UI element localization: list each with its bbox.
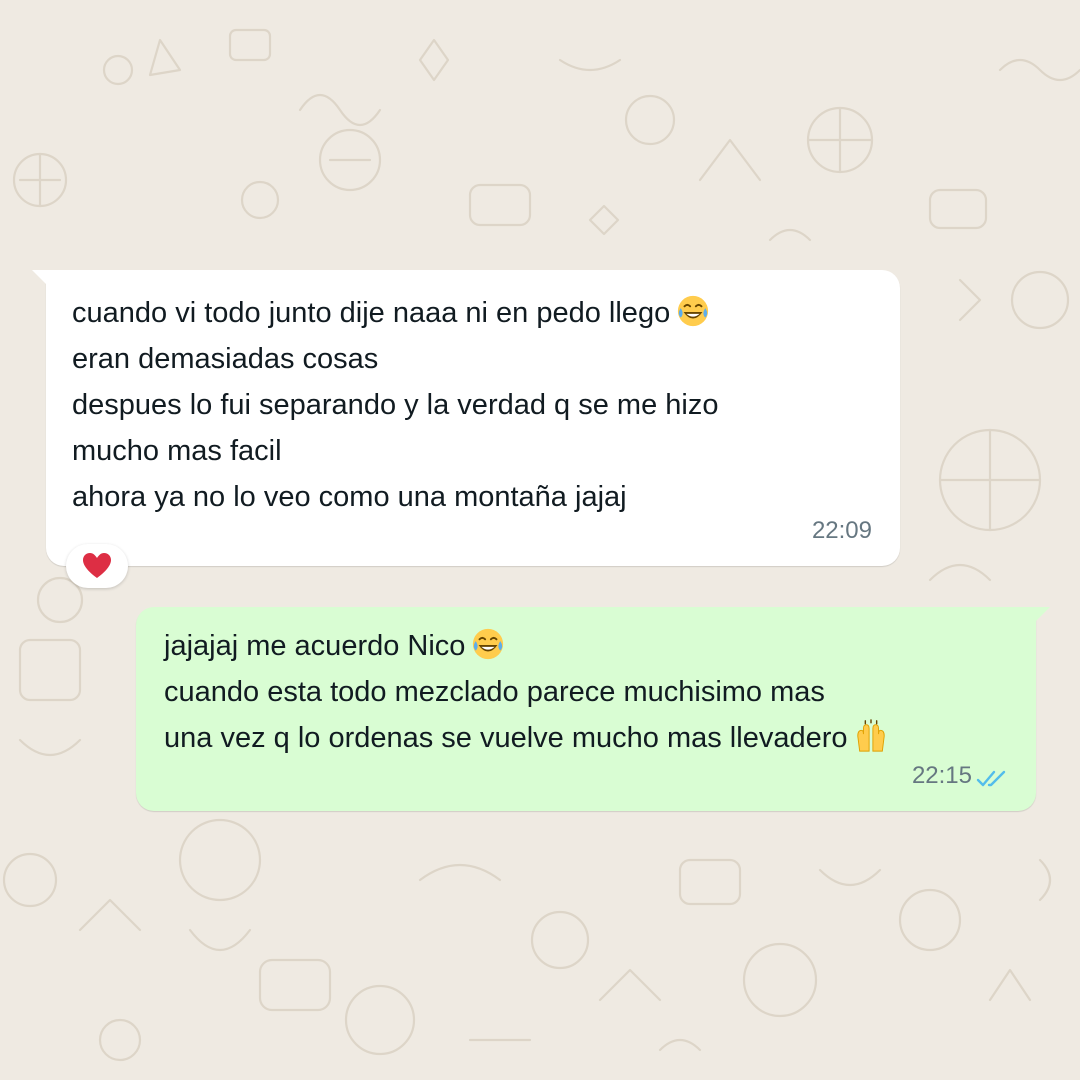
message-timestamp: 22:09 <box>811 517 872 544</box>
bubble-tail <box>1034 607 1050 623</box>
bubble-tail <box>32 270 48 286</box>
message-reaction[interactable] <box>66 544 128 588</box>
message-timestamp: 22:15 <box>911 762 972 789</box>
message-line: despues lo fui separando y la verdad q s… <box>72 389 719 421</box>
message-line: eran demasiadas cosas <box>72 343 379 375</box>
red-heart-icon <box>83 553 111 579</box>
face-with-tears-of-joy-icon <box>473 629 504 660</box>
message-line: cuando vi todo junto dije naaa ni en ped… <box>72 290 874 336</box>
message-line: una vez q lo ordenas se vuelve mucho mas… <box>164 715 1008 761</box>
face-with-tears-of-joy-icon <box>678 296 709 327</box>
message-line: cuando esta todo mezclado parece muchisi… <box>164 676 825 708</box>
outgoing-message-bubble[interactable]: jajajaj me acuerdo Nico cuando esta todo… <box>136 607 1050 811</box>
message-line: ahora ya no lo veo como una montaña jaja… <box>72 481 627 513</box>
message-line: mucho mas facil <box>72 435 282 467</box>
message-line: jajajaj me acuerdo Nico <box>164 623 1008 669</box>
raising-hands-icon <box>856 719 885 752</box>
incoming-message-bubble[interactable]: cuando vi todo junto dije naaa ni en ped… <box>32 270 900 566</box>
double-check-read-icon <box>976 770 1006 787</box>
